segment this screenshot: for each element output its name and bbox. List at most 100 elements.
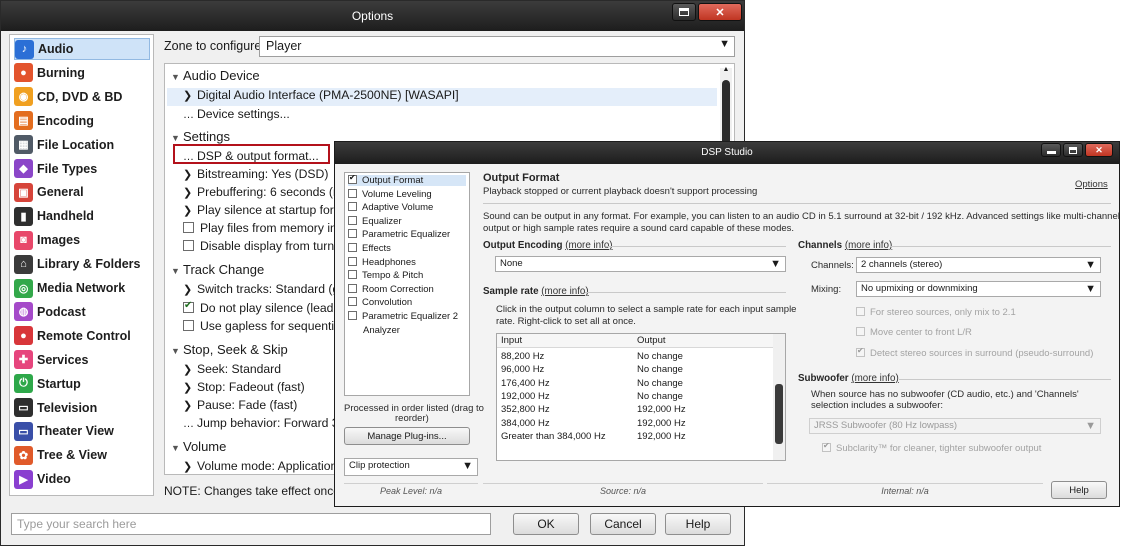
channels-select[interactable]: 2 channels (stereo) ▼ [856, 257, 1101, 273]
checkbox[interactable] [348, 297, 357, 307]
category-file-types[interactable]: ◆ File Types [14, 158, 150, 180]
minimize-button[interactable] [1041, 143, 1061, 157]
category-encoding[interactable]: ▤ Encoding [14, 110, 150, 132]
scrollbar-thumb[interactable] [775, 384, 783, 444]
output-rate-cell[interactable]: No change [637, 378, 683, 389]
cancel-button[interactable]: Cancel [590, 513, 656, 535]
checkbox[interactable] [348, 256, 357, 266]
plugin-item[interactable]: Headphones [348, 256, 416, 268]
device-settings-row[interactable]: … Device settings... [183, 107, 290, 125]
manage-plugins-button[interactable]: Manage Plug-ins... [344, 427, 470, 445]
category-theater-view[interactable]: ▭ Theater View [14, 420, 150, 442]
table-row[interactable]: 352,800 Hz 192,000 Hz [497, 404, 775, 417]
section-audio-device[interactable]: ▼ Audio Device [171, 68, 260, 86]
output-encoding-select[interactable]: None ▼ [495, 256, 786, 272]
category-podcast[interactable]: ◍ Podcast [14, 301, 150, 323]
bitstreaming-row[interactable]: ❯ Bitstreaming: Yes (DSD) [183, 167, 328, 185]
category-file-location[interactable]: ▦ File Location [14, 134, 150, 156]
category-television[interactable]: ▭ Television [14, 397, 150, 419]
table-row[interactable]: 88,200 Hz No change [497, 351, 775, 364]
stop-row[interactable]: ❯ Stop: Fadeout (fast) [183, 380, 305, 398]
mixing-select[interactable]: No upmixing or downmixing ▼ [856, 281, 1101, 297]
clip-protection-select[interactable]: Clip protection ▼ [344, 458, 478, 476]
more-info-link[interactable]: (more info) [541, 286, 588, 297]
prebuffering-row[interactable]: ❯ Prebuffering: 6 seconds (rec [183, 185, 350, 203]
checkbox[interactable] [183, 240, 194, 251]
dsp-help-button[interactable]: Help [1051, 481, 1107, 499]
scroll-up-icon[interactable]: ▲ [720, 66, 732, 73]
seek-row[interactable]: ❯ Seek: Standard [183, 362, 281, 380]
pause-row[interactable]: ❯ Pause: Fade (fast) [183, 398, 297, 416]
maximize-button[interactable] [672, 3, 696, 21]
plugin-item[interactable]: Volume Leveling [348, 188, 432, 200]
category-services[interactable]: ✚ Services [14, 349, 150, 371]
no-silence-row[interactable]: Do not play silence (leading [183, 300, 350, 319]
category-burning[interactable]: ● Burning [14, 62, 150, 84]
checkbox-checked[interactable] [348, 173, 357, 184]
category-startup[interactable]: ⏻ Startup [14, 373, 150, 395]
switch-tracks-row[interactable]: ❯ Switch tracks: Standard (gap [183, 282, 353, 300]
checkbox[interactable] [348, 283, 357, 293]
volume-mode-row[interactable]: ❯ Volume mode: Application V [183, 459, 349, 474]
category-remote-control[interactable]: ● Remote Control [14, 325, 150, 347]
plugin-item[interactable]: Output Format [348, 173, 466, 186]
checkbox[interactable] [348, 229, 357, 239]
checkbox[interactable] [348, 215, 357, 225]
search-input[interactable]: Type your search here [11, 513, 491, 535]
zone-select[interactable]: Player ▼ [259, 36, 735, 57]
plugin-item[interactable]: Adaptive Volume [348, 202, 433, 213]
table-row[interactable]: 176,400 Hz No change [497, 378, 775, 391]
plugin-item[interactable]: Parametric Equalizer 2 [348, 311, 458, 322]
checkbox[interactable] [348, 243, 357, 252]
use-gapless-row[interactable]: Use gapless for sequential al [183, 319, 357, 337]
checkbox[interactable] [348, 202, 357, 212]
checkbox[interactable] [348, 188, 357, 198]
close-button[interactable]: ✕ [1085, 143, 1113, 157]
plugin-item[interactable]: Effects [348, 243, 391, 254]
output-rate-cell[interactable]: 192,000 Hz [637, 418, 686, 429]
output-rate-cell[interactable]: No change [637, 351, 683, 362]
more-info-link[interactable]: (more info) [851, 373, 898, 384]
category-video[interactable]: ▶ Video [14, 468, 150, 490]
checkbox[interactable] [348, 311, 357, 320]
category-handheld[interactable]: ▮ Handheld [14, 205, 150, 227]
category-cd-dvd-bd[interactable]: ◉ CD, DVD & BD [14, 86, 150, 108]
more-info-link[interactable]: (more info) [845, 240, 892, 251]
checkbox[interactable] [183, 222, 194, 233]
table-scrollbar[interactable] [773, 334, 785, 460]
category-general[interactable]: ▣ General [14, 181, 150, 203]
output-rate-cell[interactable]: No change [637, 391, 683, 402]
category-tree-view[interactable]: ✿ Tree & View [14, 444, 150, 466]
category-images[interactable]: ◙ Images [14, 229, 150, 251]
section-stop-seek-skip[interactable]: ▼ Stop, Seek & Skip [171, 342, 288, 360]
table-row[interactable]: 96,000 Hz No change [497, 364, 775, 377]
section-track-change[interactable]: ▼ Track Change [171, 262, 264, 280]
output-rate-cell[interactable]: No change [637, 364, 683, 375]
section-volume[interactable]: ▼ Volume [171, 439, 226, 457]
plugin-item[interactable]: Parametric Equalizer [348, 229, 450, 240]
table-row[interactable]: 384,000 Hz 192,000 Hz [497, 418, 775, 431]
checkbox[interactable] [348, 270, 357, 280]
disable-display-row[interactable]: Disable display from turning [183, 239, 350, 257]
close-button[interactable]: ✕ [698, 3, 742, 21]
play-silence-row[interactable]: ❯ Play silence at startup for ha [183, 203, 351, 221]
play-files-memory-row[interactable]: Play files from memory inste [183, 221, 353, 239]
device-name-row[interactable]: ❯ Digital Audio Interface (PMA-2500NE) [W… [183, 88, 459, 106]
maximize-button[interactable] [1063, 143, 1083, 157]
category-media-network[interactable]: ◎ Media Network [14, 277, 150, 299]
options-link[interactable]: Options [1075, 179, 1108, 190]
help-button[interactable]: Help [665, 513, 731, 535]
output-rate-cell[interactable]: 192,000 Hz [637, 431, 686, 442]
checkbox[interactable] [183, 320, 194, 331]
plugin-item[interactable]: Room Correction [348, 283, 434, 295]
category-audio[interactable]: ♪ Audio [14, 38, 150, 60]
plugin-item[interactable]: Analyzer [348, 325, 400, 336]
plugin-item[interactable]: Equalizer [348, 215, 402, 227]
checkbox-checked[interactable] [183, 300, 194, 313]
ok-button[interactable]: OK [513, 513, 579, 535]
jump-row[interactable]: … Jump behavior: Forward 30 s [183, 416, 355, 434]
table-row[interactable]: Greater than 384,000 Hz 192,000 Hz [497, 431, 775, 444]
output-rate-cell[interactable]: 192,000 Hz [637, 404, 686, 415]
plugin-item[interactable]: Convolution [348, 297, 412, 308]
table-row[interactable]: 192,000 Hz No change [497, 391, 775, 404]
